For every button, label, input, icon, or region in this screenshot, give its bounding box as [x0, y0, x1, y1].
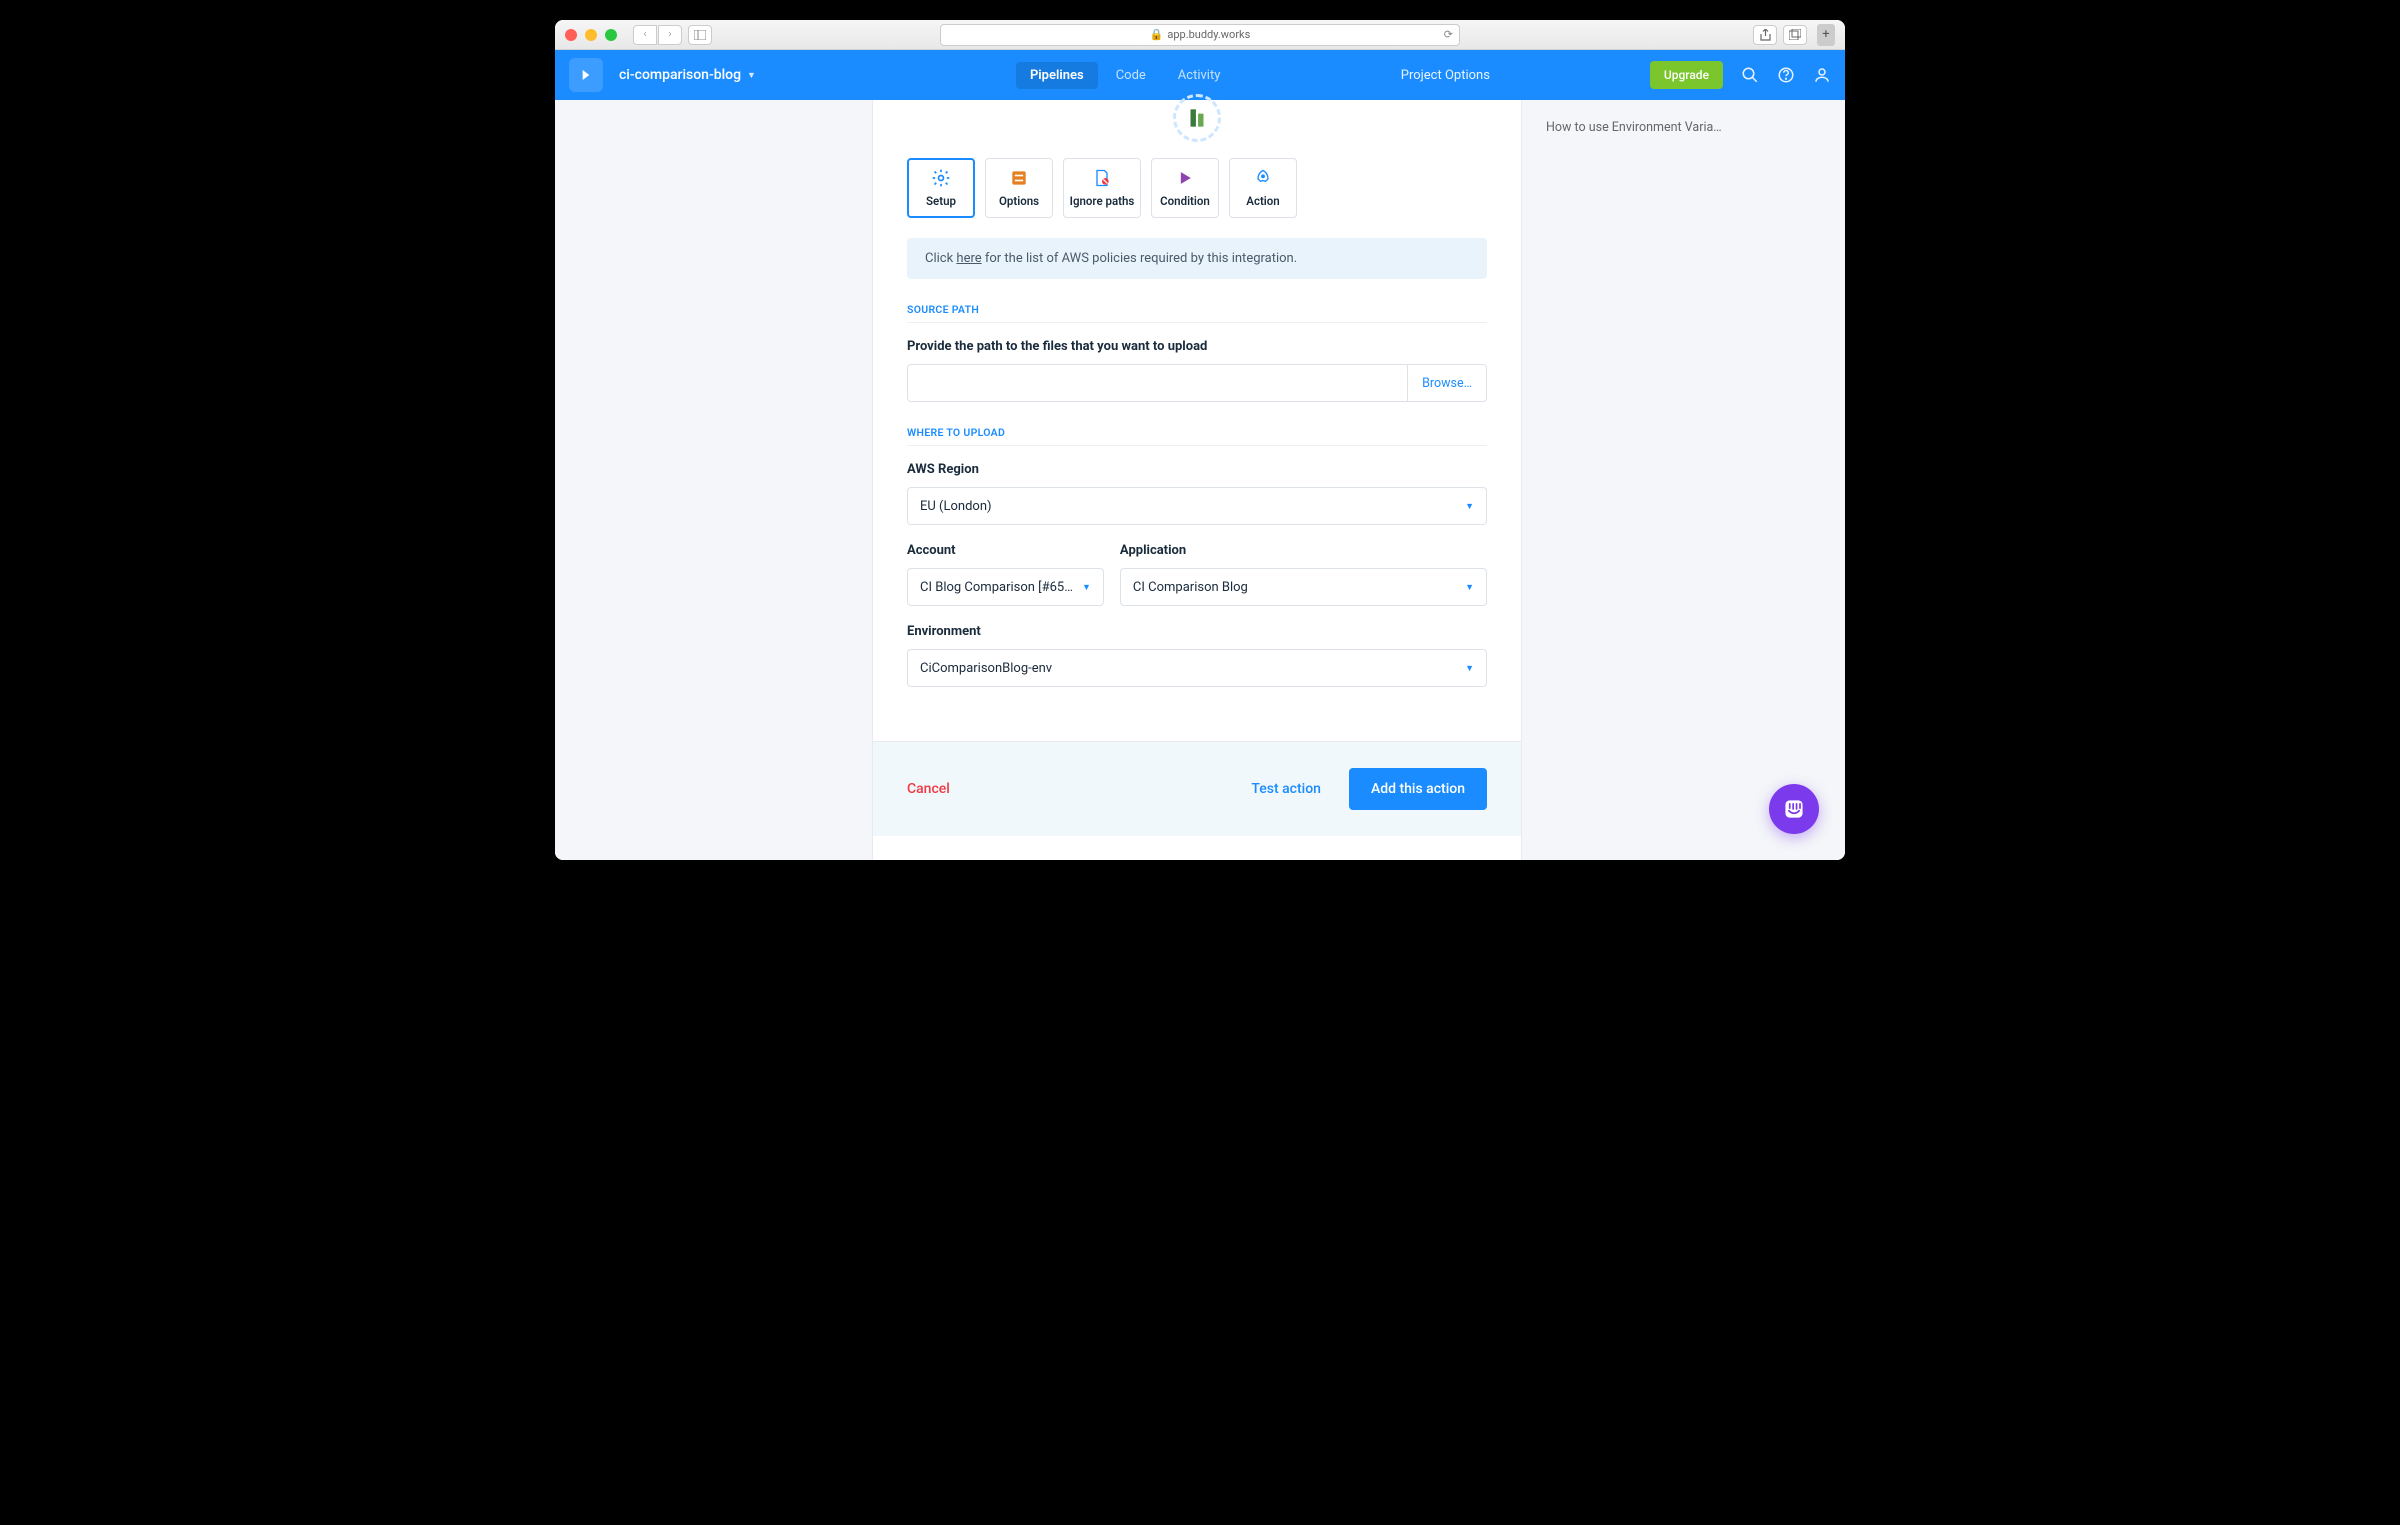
new-tab-button[interactable]: +: [1817, 24, 1835, 46]
gear-icon: [931, 168, 951, 188]
search-icon[interactable]: [1741, 66, 1759, 84]
action-tab-label: Options: [999, 194, 1039, 208]
application-select[interactable]: CI Comparison Blog ▼: [1120, 568, 1487, 606]
action-config-tabs: Setup Options Ignore paths Condition Act…: [873, 158, 1521, 238]
account-value: CI Blog Comparison [#65…: [920, 580, 1091, 595]
chevron-down-icon: ▼: [1082, 582, 1091, 593]
forward-button[interactable]: ›: [658, 25, 682, 45]
share-button[interactable]: [1753, 25, 1777, 45]
section-title: SOURCE PATH: [907, 303, 1487, 323]
add-this-action-button[interactable]: Add this action: [1349, 768, 1487, 810]
application-label: Application: [1120, 543, 1487, 558]
test-action-button[interactable]: Test action: [1251, 781, 1321, 797]
maximize-window-button[interactable]: [605, 29, 617, 41]
banner-prefix: Click: [925, 251, 956, 266]
banner-link[interactable]: here: [956, 251, 981, 266]
source-path-label: Provide the path to the files that you w…: [907, 339, 1487, 354]
upload-section: WHERE TO UPLOAD AWS Region EU (London) ▼…: [873, 426, 1521, 711]
action-tab-label: Condition: [1160, 194, 1210, 208]
tabs-button[interactable]: [1783, 25, 1807, 45]
traffic-lights: [565, 29, 617, 41]
sliders-icon: [1009, 168, 1029, 188]
refresh-icon[interactable]: ⟳: [1444, 28, 1453, 41]
play-icon: [1175, 168, 1195, 188]
sidebar-toggle-button[interactable]: [688, 25, 712, 45]
section-title: WHERE TO UPLOAD: [907, 426, 1487, 446]
main-tabs: Pipelines Code Activity: [1016, 62, 1234, 89]
project-options-link[interactable]: Project Options: [1401, 68, 1490, 83]
project-name-text: ci-comparison-blog: [619, 67, 741, 83]
browse-button[interactable]: Browse…: [1407, 365, 1486, 401]
tab-pipelines[interactable]: Pipelines: [1016, 62, 1098, 89]
environment-value: CiComparisonBlog-env: [920, 661, 1052, 676]
region-label: AWS Region: [907, 462, 1487, 477]
close-window-button[interactable]: [565, 29, 577, 41]
cancel-button[interactable]: Cancel: [907, 781, 950, 797]
minimize-window-button[interactable]: [585, 29, 597, 41]
environment-label: Environment: [907, 624, 1487, 639]
intercom-icon: [1782, 797, 1806, 821]
account-label: Account: [907, 543, 1104, 558]
chevron-down-icon: ▼: [747, 70, 756, 81]
region-select[interactable]: EU (London) ▼: [907, 487, 1487, 525]
action-tab-ignore-paths[interactable]: Ignore paths: [1063, 158, 1141, 218]
tab-activity[interactable]: Activity: [1164, 62, 1235, 89]
action-header: [873, 94, 1521, 158]
address-bar[interactable]: 🔒 app.buddy.works ⟳: [940, 24, 1460, 46]
action-icon-ring: [1173, 94, 1221, 142]
body-area: Setup Options Ignore paths Condition Act…: [555, 100, 1845, 860]
action-tab-label: Ignore paths: [1070, 194, 1135, 208]
macos-titlebar: ‹ › 🔒 app.buddy.works ⟳ +: [555, 20, 1845, 50]
action-tab-label: Setup: [926, 194, 956, 208]
environment-select[interactable]: CiComparisonBlog-env ▼: [907, 649, 1487, 687]
rocket-icon: [1253, 168, 1273, 188]
action-tab-action[interactable]: Action: [1229, 158, 1297, 218]
chevron-down-icon: ▼: [1465, 582, 1474, 593]
url-text: app.buddy.works: [1167, 28, 1250, 41]
intercom-launcher[interactable]: [1769, 784, 1819, 834]
footer-bar: Cancel Test action Add this action: [873, 741, 1521, 836]
help-icon[interactable]: [1777, 66, 1795, 84]
region-value: EU (London): [920, 499, 992, 514]
action-tab-label: Action: [1246, 194, 1279, 208]
help-link-env-variables[interactable]: How to use Environment Varia…: [1546, 120, 1821, 135]
back-button[interactable]: ‹: [633, 25, 657, 45]
file-block-icon: [1092, 168, 1112, 188]
main-panel: Setup Options Ignore paths Condition Act…: [872, 100, 1522, 860]
project-selector[interactable]: ci-comparison-blog ▼: [619, 67, 756, 83]
action-tab-setup[interactable]: Setup: [907, 158, 975, 218]
chevron-down-icon: ▼: [1465, 501, 1474, 512]
action-tab-options[interactable]: Options: [985, 158, 1053, 218]
upgrade-button[interactable]: Upgrade: [1650, 61, 1723, 89]
tab-code[interactable]: Code: [1102, 62, 1160, 89]
source-path-section: SOURCE PATH Provide the path to the file…: [873, 303, 1521, 426]
user-icon[interactable]: [1813, 66, 1831, 84]
aws-policies-banner: Click here for the list of AWS policies …: [907, 238, 1487, 279]
browser-window: ‹ › 🔒 app.buddy.works ⟳ + ci-comparison-…: [555, 20, 1845, 860]
app-topbar: ci-comparison-blog ▼ Pipelines Code Acti…: [555, 50, 1845, 100]
buddy-logo[interactable]: [569, 58, 603, 92]
source-path-input-wrap: Browse…: [907, 364, 1487, 402]
elastic-beanstalk-icon: [1184, 105, 1210, 131]
source-path-input[interactable]: [908, 365, 1407, 401]
banner-suffix: for the list of AWS policies required by…: [982, 251, 1298, 266]
account-select[interactable]: CI Blog Comparison [#65… ▼: [907, 568, 1104, 606]
chevron-down-icon: ▼: [1465, 663, 1474, 674]
lock-icon: 🔒: [1150, 28, 1164, 41]
action-tab-condition[interactable]: Condition: [1151, 158, 1219, 218]
left-gutter: [555, 100, 872, 860]
right-panel: How to use Environment Varia…: [1522, 100, 1845, 860]
application-value: CI Comparison Blog: [1133, 580, 1248, 595]
